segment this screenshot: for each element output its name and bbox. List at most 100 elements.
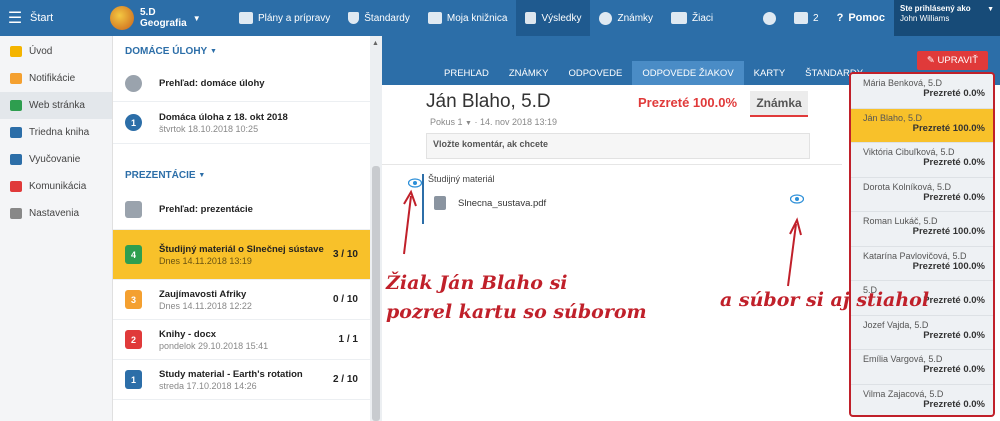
student-list-name: Emília Vargová, 5.D: [863, 354, 943, 364]
material-indicator: [422, 174, 424, 224]
presentation-date: streda 17.10.2018 14:26: [159, 380, 257, 391]
student-name: Ján Blaho, 5.D: [426, 91, 551, 112]
student-list-item[interactable]: Roman Lukáč, 5.D Prezreté 100.0%: [851, 212, 993, 247]
sidebar-item-6[interactable]: Nastavenia: [0, 200, 112, 227]
nav-library-label: Moja knižnica: [446, 12, 508, 24]
presentations-section-header[interactable]: PREZENTÁCIE ▼: [113, 160, 370, 190]
student-list-name: Vilma Zajacová, 5.D: [863, 388, 944, 399]
homework-item[interactable]: 1 Domáca úloha z 18. okt 2018 štvrtok 18…: [113, 102, 370, 144]
attempt-date: 14. nov 2018 13:19: [479, 117, 558, 127]
eye-icon: [790, 194, 804, 204]
sidebar-item-3[interactable]: Triedna kniha: [0, 119, 112, 146]
sidebar-item-label: Komunikácia: [29, 181, 87, 192]
presentation-item[interactable]: 3 Zaujímavosti Afriky Dnes 14.11.2018 12:2…: [113, 280, 370, 320]
presentation-title: Knihy - docx: [159, 328, 217, 340]
nav-grades[interactable]: Známky: [590, 0, 662, 36]
hamburger-menu-icon[interactable]: ☰: [0, 8, 30, 28]
nav-standards[interactable]: Štandardy: [339, 0, 419, 36]
annotation-left-line1: Žiak Ján Blaho si: [386, 272, 568, 294]
presentation-title: Študijný materiál o Slnečnej sústave: [159, 243, 324, 255]
messages-count: 2: [813, 12, 819, 24]
viewed-percentage: Prezreté 100.0%: [638, 95, 738, 110]
presentation-number: 3: [125, 290, 142, 309]
messages-button[interactable]: 2: [785, 0, 828, 36]
user-menu[interactable]: Ste prihlásený ako John Williams ▼: [894, 0, 1000, 36]
book-icon: [10, 127, 22, 138]
sidebar-item-0[interactable]: Úvod: [0, 38, 112, 65]
class-avatar: [110, 6, 134, 30]
pencil-icon: ✎: [926, 55, 935, 66]
divider: [382, 164, 842, 165]
presentation-item[interactable]: 2 Knihy - docx pondelok 29.10.2018 15:41 1 …: [113, 320, 370, 360]
tab-3[interactable]: ODPOVEDE ŽIAKOV: [632, 61, 744, 85]
left-sidebar: Úvod Notifikácie Web stránka Triedna kniha V…: [0, 36, 113, 421]
chevron-down-icon: ▼: [987, 5, 994, 13]
student-list-viewed: Prezreté 0.0%: [923, 88, 985, 99]
homework-number: 1: [125, 114, 142, 131]
student-list-item[interactable]: Ján Blaho, 5.D Prezreté 100.0%: [851, 108, 993, 143]
scrollbar-thumb[interactable]: [372, 166, 380, 421]
sidebar-item-label: Notifikácie: [29, 73, 76, 84]
class-name: 5.D: [140, 7, 156, 18]
start-link[interactable]: Štart: [30, 12, 110, 24]
annotation-right: a súbor si aj stiahol: [720, 289, 930, 311]
student-list-item[interactable]: Viktória Cibuľková, 5.D Prezreté 0.0%: [851, 143, 993, 178]
student-list-item[interactable]: Mária Benková, 5.D Prezreté 0.0%: [851, 74, 993, 109]
student-list-viewed: Prezreté 0.0%: [923, 157, 985, 168]
chevron-down-icon: ▼: [198, 171, 206, 179]
scrollbar[interactable]: ▲: [370, 36, 382, 421]
presentation-count: 3 / 10: [332, 249, 358, 260]
sidebar-item-5[interactable]: Komunikácia: [0, 173, 112, 200]
file-link[interactable]: Slnecna_sustava.pdf: [458, 198, 546, 209]
presentation-item[interactable]: 1 Study material - Earth's rotation streda…: [113, 360, 370, 400]
tab-2[interactable]: ODPOVEDE: [558, 61, 632, 85]
tab-1[interactable]: ZNÁMKY: [499, 61, 559, 85]
presentation-number: 2: [125, 330, 142, 349]
student-list-item[interactable]: Katarína Pavlovičová, 5.D Prezreté 100.0%: [851, 247, 993, 281]
chat-icon: [763, 11, 777, 25]
comment-field[interactable]: Vložte komentár, ak chcete: [426, 133, 810, 159]
homework-title: Domáca úloha z 18. okt 2018: [159, 111, 288, 123]
student-list-viewed: Prezreté 0.0%: [923, 191, 985, 203]
student-list-viewed: Prezreté 100.0%: [912, 260, 985, 272]
sidebar-item-2[interactable]: Web stránka: [0, 92, 112, 119]
student-list-viewed: Prezreté 0.0%: [923, 398, 985, 410]
student-list-item[interactable]: Emília Vargová, 5.D Prezreté 0.0%: [851, 350, 993, 385]
presentations-overview-row[interactable]: Prehľad: prezentácie: [113, 190, 370, 230]
grade-field[interactable]: Známka: [750, 91, 808, 117]
home-icon: [10, 100, 22, 111]
attempt-select[interactable]: Pokus 1: [430, 117, 463, 127]
chat-button[interactable]: [754, 0, 785, 36]
pdf-file-icon: [434, 196, 446, 210]
attempt-info: Pokus 1 ▼ · 14. nov 2018 13:19: [430, 117, 558, 127]
sidebar-item-1[interactable]: Notifikácie: [0, 65, 112, 92]
user-name: John Williams: [900, 13, 950, 23]
student-list-item[interactable]: Dorota Kolníková, 5.D Prezreté 0.0%: [851, 178, 993, 212]
sidebar-item-4[interactable]: Vyučovanie: [0, 146, 112, 173]
tab-4[interactable]: KARTY: [744, 61, 796, 85]
nav-plans[interactable]: Plány a prípravy: [230, 0, 339, 36]
presentation-item[interactable]: 4 Študijný materiál o Slnečnej sústave Dne…: [113, 230, 370, 280]
edit-button[interactable]: ✎ UPRAVIŤ: [916, 51, 988, 70]
sidebar-item-label: Nastavenia: [29, 208, 80, 219]
tab-0[interactable]: PREHĽAD: [434, 61, 499, 85]
student-list-item[interactable]: Vilma Zajacová, 5.D Prezreté 0.0%: [851, 385, 993, 416]
student-list-item[interactable]: Jozef Vajda, 5.D Prezreté 0.0%: [851, 316, 993, 350]
nav-students[interactable]: Žiaci: [662, 0, 722, 36]
class-subject: Geografia: [140, 18, 187, 29]
homework-overview-row[interactable]: Prehľad: domáce úlohy: [113, 66, 370, 102]
class-selector[interactable]: 5.D Geografia ▼: [110, 6, 230, 30]
mail-icon: [10, 73, 22, 84]
presentation-date: Dnes 14.11.2018 13:19: [159, 255, 252, 266]
homework-section-header[interactable]: DOMÁCE ÚLOHY ▼: [113, 36, 370, 66]
help-button[interactable]: ? Pomoc: [828, 0, 894, 36]
scroll-up-icon[interactable]: ▲: [372, 40, 379, 47]
top-navigation-bar: ☰ Štart 5.D Geografia ▼ Plány a prípravy…: [0, 0, 1000, 36]
nav-library[interactable]: Moja knižnica: [419, 0, 517, 36]
presentation-date: Dnes 14.11.2018 12:22: [159, 300, 252, 311]
teaching-icon: [10, 154, 22, 165]
student-list-name: Viktória Cibuľková, 5.D: [863, 147, 955, 157]
presentation-count: 1 / 1: [338, 334, 358, 345]
nav-results[interactable]: Výsledky: [516, 0, 591, 36]
students-icon: [671, 12, 688, 24]
